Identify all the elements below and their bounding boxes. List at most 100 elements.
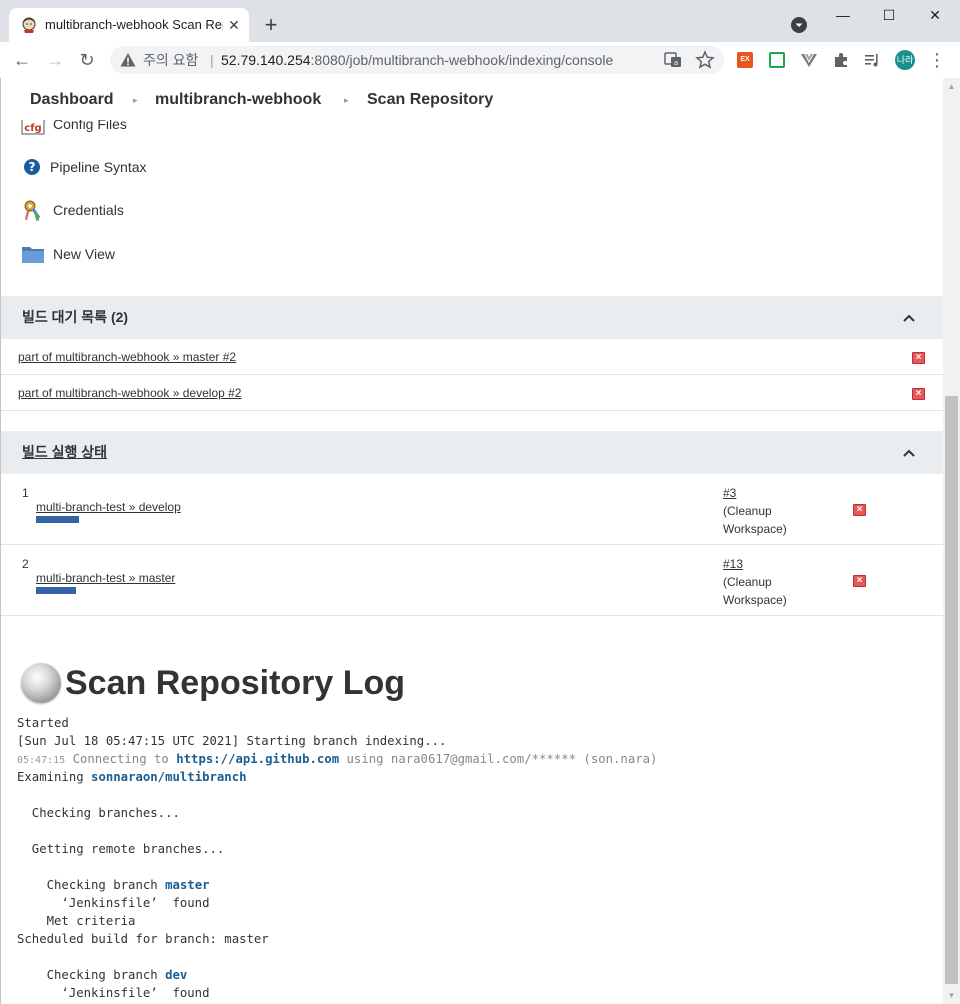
screen-extension-icon[interactable] — [769, 52, 785, 68]
svg-text:a: a — [674, 59, 678, 67]
credentials-keys-icon — [24, 200, 41, 221]
console-line: ‘Jenkinsfile’ found — [17, 984, 917, 1002]
minimize-button[interactable]: — — [820, 4, 866, 26]
build-queue-item: part of multibranch-webhook » master #2 … — [1, 339, 943, 375]
executor-build-link[interactable]: #13 — [723, 557, 743, 571]
executor-build-info: #13 (Cleanup Workspace) — [723, 555, 787, 609]
media-queue-icon[interactable] — [864, 52, 880, 68]
breadcrumb: Dashboard ▸ multibranch-webhook ▸ Scan R… — [1, 78, 943, 120]
back-button[interactable]: ← — [10, 48, 34, 72]
url-path: :8080/job/multibranch-webhook/indexing/c… — [310, 52, 614, 68]
stop-x-icon[interactable]: × — [853, 575, 866, 587]
executor-build-link[interactable]: #3 — [723, 486, 736, 500]
console-text: Checking branch — [17, 968, 166, 982]
executor-number: 1 — [22, 486, 29, 500]
address-separator: | — [210, 52, 214, 68]
console-text: ‘Jenkinsfile’ found — [17, 986, 210, 1000]
scroll-up-arrow-icon[interactable]: ▲ — [943, 78, 960, 95]
svg-text:cfg: cfg — [24, 123, 41, 134]
console-text: Connecting to — [65, 752, 177, 766]
console-text: [Sun Jul 18 05:47:15 UTC 2021] Starting … — [17, 734, 447, 748]
page-title: Scan Repository Log — [65, 664, 406, 702]
forward-button[interactable]: → — [43, 48, 67, 72]
executor-row: 1 multi-branch-test » develop #3 (Cleanu… — [1, 474, 943, 545]
console-output: Started [Sun Jul 18 05:47:15 UTC 2021] St… — [17, 714, 917, 1002]
chevron-right-icon: ▸ — [133, 95, 138, 105]
console-line: Met criteria — [17, 912, 917, 930]
console-line: Started — [17, 714, 917, 732]
console-line: Getting remote branches... — [17, 840, 917, 858]
console-timestamp: 05:47:15 — [17, 755, 66, 766]
build-queue-header: 빌드 대기 목록 (2) — [1, 296, 943, 339]
vue-extension-icon[interactable] — [801, 52, 817, 68]
executor-progress-bar — [36, 516, 79, 523]
chevron-right-icon: ▸ — [344, 95, 349, 105]
executor-stage: Workspace) — [723, 593, 787, 607]
chevron-up-icon[interactable] — [899, 308, 919, 328]
browser-toolbar: ← → ↻ 주의 요함 | 52.79.140.254:8080/job/mul… — [0, 42, 960, 78]
console-line: 05:47:15 Connecting to https://api.githu… — [17, 750, 917, 768]
stop-x-icon[interactable]: × — [853, 504, 866, 516]
executor-job-link[interactable]: multi-branch-test » develop — [36, 500, 181, 514]
cancel-x-icon[interactable]: × — [912, 352, 925, 364]
extensions-puzzle-icon[interactable] — [833, 52, 849, 68]
status-ball-icon — [21, 663, 61, 703]
queue-item-link[interactable]: part of multibranch-webhook » master #2 — [18, 350, 236, 364]
browser-tab[interactable]: multibranch-webhook Scan Rep ✕ — [9, 8, 249, 42]
breadcrumb-dashboard[interactable]: Dashboard — [30, 90, 114, 110]
browser-menu-icon[interactable]: ⋮ — [928, 49, 946, 71]
scroll-down-arrow-icon[interactable]: ▼ — [943, 987, 960, 1004]
address-bar[interactable]: 주의 요함 | 52.79.140.254:8080/job/multibran… — [110, 46, 724, 74]
cancel-x-icon[interactable]: × — [912, 388, 925, 400]
console-highlight[interactable]: sonnaraon/multibranch — [91, 770, 246, 784]
help-question-icon: ? — [24, 159, 40, 175]
console-text: Examining — [17, 770, 92, 784]
security-label[interactable]: 주의 요함 — [143, 52, 198, 68]
executor-job-link[interactable]: multi-branch-test » master — [36, 571, 175, 585]
console-line: Examining sonnaraon/multibranch — [17, 768, 917, 786]
new-tab-button[interactable]: + — [258, 12, 284, 38]
tab-strip: multibranch-webhook Scan Rep ✕ + — ☐ ✕ — [0, 0, 960, 42]
executors-title[interactable]: 빌드 실행 상태 — [22, 443, 107, 461]
console-line: Checking branches... — [17, 804, 917, 822]
profile-avatar[interactable]: 나라 — [895, 50, 915, 70]
queue-item-link[interactable]: part of multibranch-webhook » develop #2 — [18, 386, 241, 400]
scrollbar-thumb[interactable] — [945, 396, 958, 984]
console-text: Started — [17, 716, 69, 730]
ex-extension-icon[interactable]: EX — [737, 52, 753, 68]
breadcrumb-current[interactable]: Scan Repository — [367, 90, 493, 110]
console-line: [Sun Jul 18 05:47:15 UTC 2021] Starting … — [17, 732, 917, 750]
warning-icon[interactable] — [120, 52, 136, 68]
console-link[interactable]: https://api.github.com — [176, 752, 339, 766]
maximize-button[interactable]: ☐ — [866, 4, 912, 26]
sidebar-item-label: Credentials — [53, 202, 124, 218]
sidebar-item-label: Pipeline Syntax — [50, 159, 147, 175]
page-viewport: cfg Config Files ? Pipeline Syntax Crede… — [0, 78, 960, 1004]
sidebar-item-label: New View — [53, 246, 115, 262]
console-highlight[interactable]: master — [165, 878, 209, 892]
reload-button[interactable]: ↻ — [75, 48, 99, 72]
tab-search-icon[interactable] — [790, 16, 808, 34]
executor-number: 2 — [22, 557, 29, 571]
console-line: Checking branch dev — [17, 966, 917, 984]
console-highlight[interactable]: dev — [165, 968, 187, 982]
translate-icon[interactable]: a — [663, 50, 683, 70]
build-queue-title: 빌드 대기 목록 (2) — [22, 309, 129, 325]
browser-chrome: multibranch-webhook Scan Rep ✕ + — ☐ ✕ ←… — [0, 0, 960, 78]
page-scrollbar[interactable]: ▲ ▼ — [943, 78, 960, 1004]
executor-stage: Workspace) — [723, 522, 787, 536]
folder-icon — [22, 247, 44, 263]
window-close-button[interactable]: ✕ — [912, 4, 958, 26]
bookmark-star-icon[interactable] — [695, 50, 715, 70]
tab-close-icon[interactable]: ✕ — [225, 16, 243, 34]
breadcrumb-job[interactable]: multibranch-webhook — [155, 90, 321, 110]
executors-header: 빌드 실행 상태 — [1, 431, 943, 474]
url-text[interactable]: 52.79.140.254:8080/job/multibranch-webho… — [221, 52, 613, 68]
url-host: 52.79.140.254 — [221, 52, 311, 68]
jenkins-favicon-icon — [22, 17, 36, 33]
chevron-up-icon[interactable] — [899, 443, 919, 463]
